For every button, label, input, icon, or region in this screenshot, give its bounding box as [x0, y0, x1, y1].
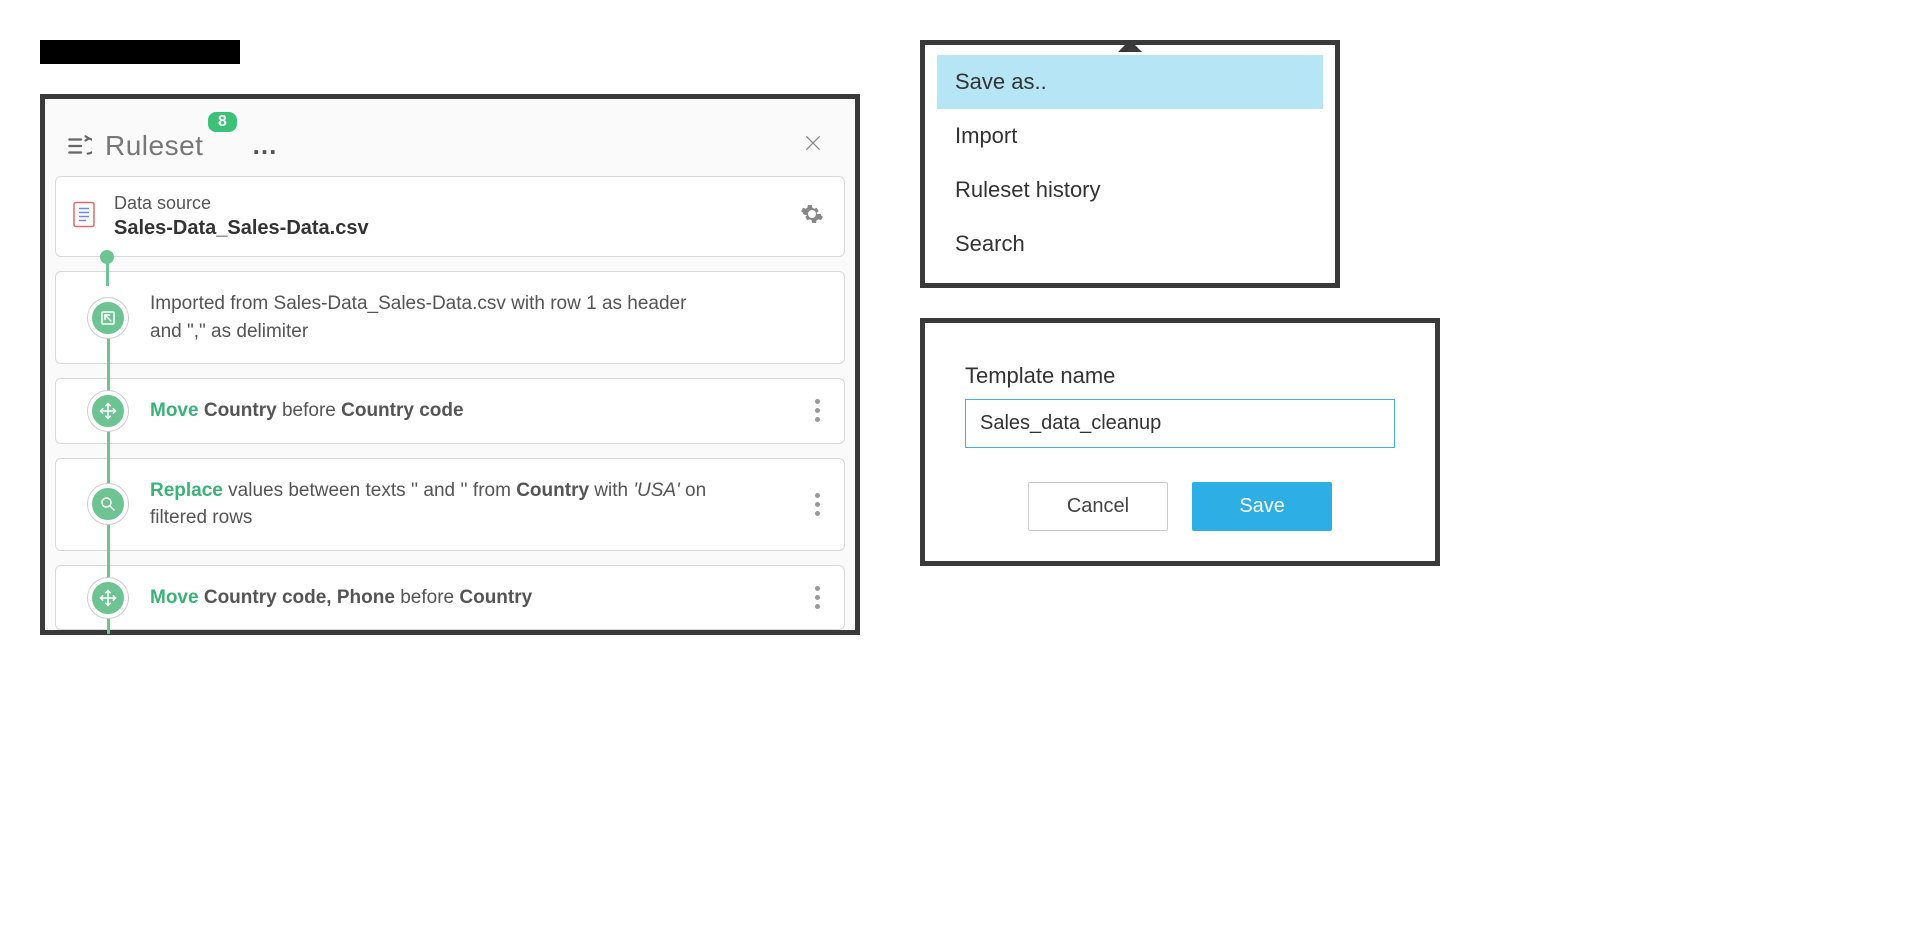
menu-item-ruleset-history[interactable]: Ruleset history — [937, 163, 1323, 217]
close-icon — [803, 133, 823, 153]
rule-step-import[interactable]: Imported from Sales-Data_Sales-Data.csv … — [55, 271, 845, 364]
template-name-input[interactable] — [965, 399, 1395, 448]
rule-more-button[interactable] — [811, 586, 824, 609]
ruleset-title: Ruleset 8 — [105, 130, 203, 162]
move-step-icon — [88, 391, 128, 431]
rule-more-button[interactable] — [811, 493, 824, 516]
ruleset-icon — [63, 130, 95, 162]
save-button[interactable]: Save — [1192, 482, 1332, 531]
ruleset-menu-dropdown: Save as.. Import Ruleset history Search — [920, 40, 1340, 288]
datasource-filename: Sales-Data_Sales-Data.csv — [114, 217, 369, 239]
rule-step-replace[interactable]: Replace values between texts '' and '' f… — [55, 458, 845, 551]
ruleset-header: Ruleset 8 … — [55, 117, 845, 176]
datasource-card[interactable]: Data source Sales-Data_Sales-Data.csv — [55, 176, 845, 257]
rule-step-move[interactable]: Move Country before Country code — [55, 378, 845, 444]
datasource-settings-button[interactable] — [800, 202, 824, 231]
menu-item-import[interactable]: Import — [937, 109, 1323, 163]
gear-icon — [800, 202, 824, 226]
rule-step-text: Imported from Sales-Data_Sales-Data.csv … — [150, 290, 710, 345]
menu-item-save-as[interactable]: Save as.. — [937, 55, 1323, 109]
document-icon — [72, 200, 96, 233]
ruleset-title-text: Ruleset — [105, 130, 203, 161]
ruleset-count-badge: 8 — [208, 112, 237, 132]
rule-step-text: Move Country before Country code — [150, 397, 710, 425]
menu-item-search[interactable]: Search — [937, 217, 1323, 271]
redacted-block — [40, 40, 240, 64]
save-template-dialog: Template name Cancel Save — [920, 318, 1440, 566]
import-step-icon — [88, 298, 128, 338]
rule-more-button[interactable] — [811, 399, 824, 422]
ruleset-more-button[interactable]: … — [251, 130, 279, 161]
dropdown-caret-icon — [1118, 40, 1142, 52]
rule-step-move[interactable]: Move Country code, Phone before Country — [55, 565, 845, 631]
replace-step-icon — [88, 484, 128, 524]
rule-step-text: Replace values between texts '' and '' f… — [150, 477, 710, 532]
rule-step-text: Move Country code, Phone before Country — [150, 584, 710, 612]
close-button[interactable] — [797, 127, 829, 164]
ruleset-panel: Ruleset 8 … Data source Sales-D — [40, 94, 860, 635]
cancel-button[interactable]: Cancel — [1028, 482, 1168, 531]
move-step-icon — [88, 578, 128, 618]
template-name-label: Template name — [965, 363, 1395, 389]
rail-segment — [106, 258, 109, 286]
datasource-label: Data source — [114, 193, 369, 214]
